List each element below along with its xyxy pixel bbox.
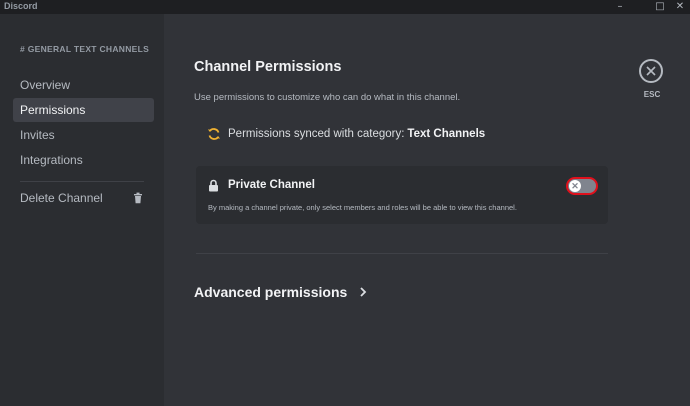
private-channel-title: Private Channel — [228, 179, 315, 191]
private-channel-toggle[interactable]: ✕ — [566, 177, 598, 195]
section-divider — [196, 253, 608, 254]
close-window-icon[interactable]: ✕ — [670, 0, 690, 14]
advanced-permissions-button[interactable]: Advanced permissions — [194, 284, 367, 300]
sidebar-item-integrations[interactable]: Integrations — [13, 148, 154, 172]
advanced-permissions-label: Advanced permissions — [194, 284, 348, 300]
sync-category: Text Channels — [407, 128, 486, 140]
close-icon — [646, 66, 656, 76]
lock-icon — [209, 179, 218, 192]
trash-icon — [134, 192, 142, 204]
esc-label: ESC — [643, 90, 661, 99]
delete-channel-button[interactable]: Delete Channel — [13, 186, 154, 210]
chevron-right-icon — [360, 287, 367, 297]
sidebar-item-invites[interactable]: Invites — [13, 123, 154, 147]
toggle-off-icon: ✕ — [569, 180, 581, 192]
sync-text: Permissions synced with category: — [228, 128, 405, 140]
private-channel-description: By making a channel private, only select… — [208, 203, 517, 212]
sidebar-header: # GENERAL TEXT CHANNELS — [20, 44, 150, 54]
delete-channel-label: Delete Channel — [20, 191, 103, 205]
app-title: Discord — [4, 1, 38, 11]
permissions-sync-status: Permissions synced with category: Text C… — [207, 126, 485, 142]
sidebar-item-overview[interactable]: Overview — [13, 73, 154, 97]
private-channel-card: Private Channel By making a channel priv… — [196, 166, 608, 224]
sidebar-divider — [20, 181, 144, 182]
close-settings-button[interactable] — [639, 59, 663, 83]
page-title: Channel Permissions — [194, 59, 342, 75]
title-bar: Discord – □ ✕ — [0, 0, 690, 14]
maximize-icon[interactable]: □ — [650, 0, 670, 14]
sync-icon — [208, 128, 220, 140]
sidebar-item-permissions[interactable]: Permissions — [13, 98, 154, 122]
page-description: Use permissions to customize who can do … — [194, 92, 461, 103]
minimize-icon[interactable]: – — [610, 0, 630, 14]
